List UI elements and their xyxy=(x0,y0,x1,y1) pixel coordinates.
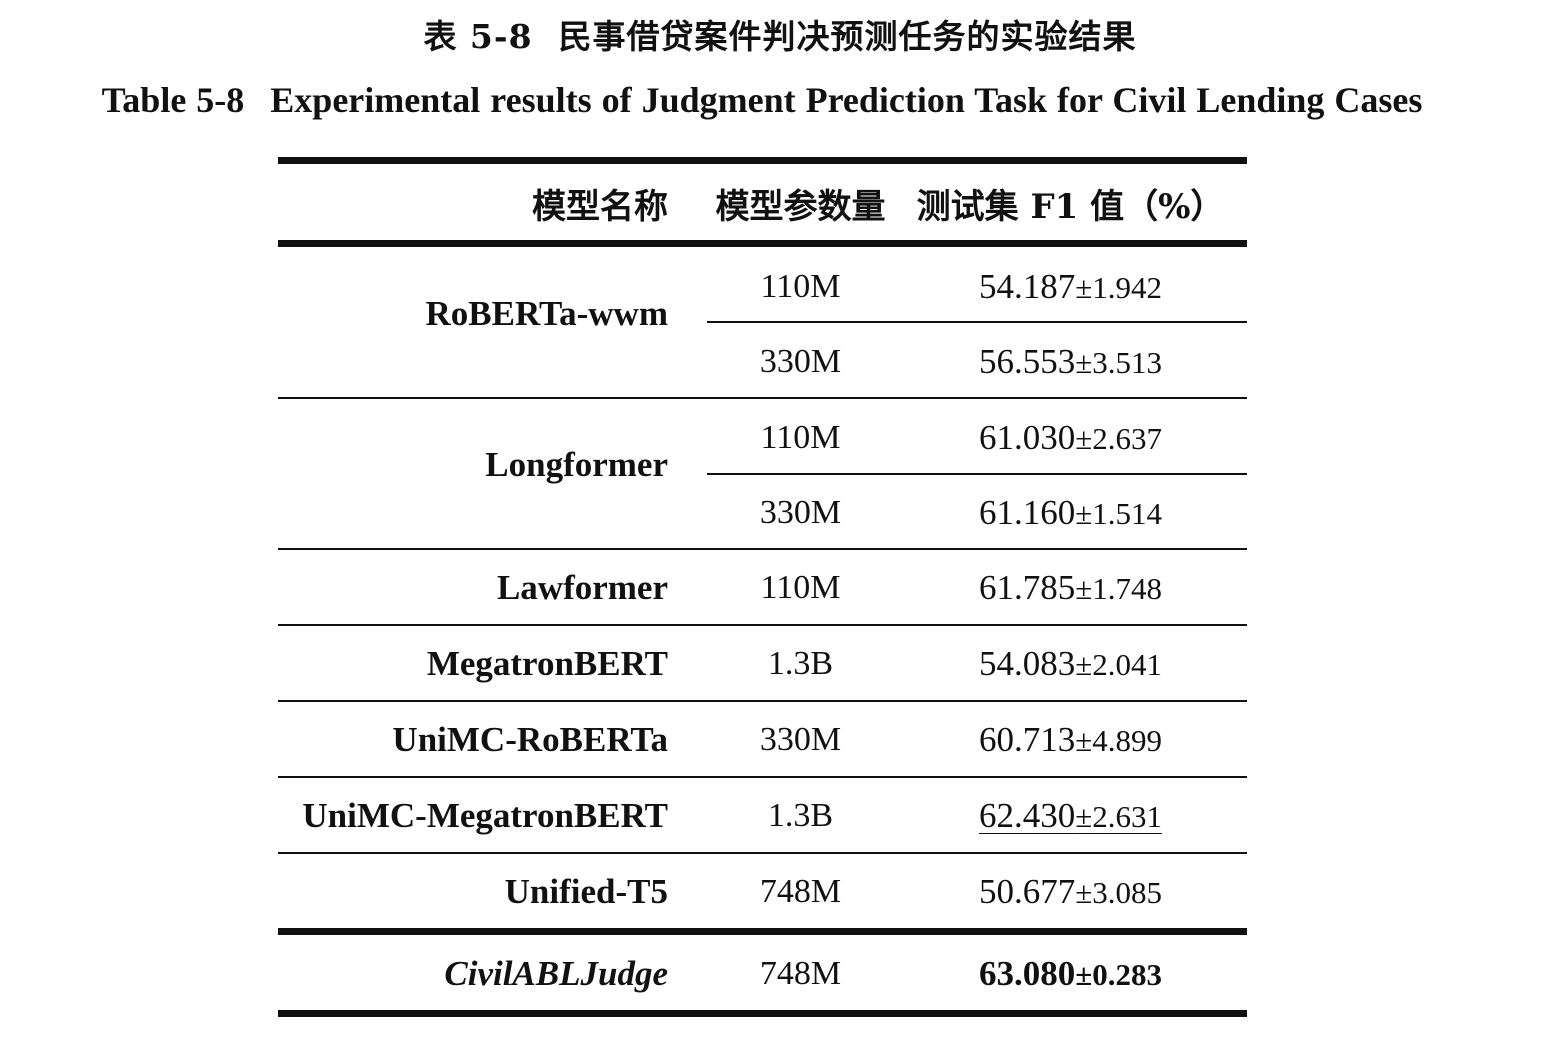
f1-score: 61.030±2.637 xyxy=(894,418,1247,458)
f1-std: ±1.514 xyxy=(1075,496,1162,531)
header-test-f1: 测试集 F1 值（%） xyxy=(916,187,1225,227)
f1-mean: 61.160 xyxy=(978,493,1076,532)
param-count: 330M xyxy=(759,343,842,380)
f1-score: 50.677±3.085 xyxy=(894,872,1247,912)
table-caption-chinese: 表 5-8 民事借贷案件判决预测任务的实验结果 xyxy=(0,14,1560,60)
f1-std: ±2.637 xyxy=(1075,421,1162,456)
f1-mean: 63.080 xyxy=(978,954,1076,993)
group-inner-rule xyxy=(707,473,1247,475)
f1-score: 56.553±3.513 xyxy=(894,342,1247,382)
param-count: 1.3B xyxy=(767,645,834,682)
model-name: MegatronBERT xyxy=(426,644,668,683)
f1-std: ±1.942 xyxy=(1075,270,1162,305)
f1-score: 61.785±1.748 xyxy=(894,568,1247,608)
f1-score-best: 63.080±0.283 xyxy=(894,954,1247,994)
f1-std: ±4.899 xyxy=(1075,723,1162,758)
model-name: RoBERTa-wwm xyxy=(425,294,668,333)
model-name: Lawformer xyxy=(496,568,668,607)
param-count: 748M xyxy=(759,955,842,992)
f1-std: ±0.283 xyxy=(1075,957,1162,992)
caption-cn-title: 民事借贷案件判决预测任务的实验结果 xyxy=(558,17,1137,56)
header-rule xyxy=(278,240,1247,247)
f1-score: 54.187±1.942 xyxy=(894,267,1247,307)
f1-mean: 60.713 xyxy=(978,720,1076,759)
header-param-count: 模型参数量 xyxy=(715,187,886,227)
row-rule xyxy=(278,397,1247,399)
f1-value-underlined: 62.430±2.631 xyxy=(979,796,1162,835)
f1-std: ±2.631 xyxy=(1075,799,1162,834)
f1-mean: 61.785 xyxy=(978,568,1076,607)
model-name: Longformer xyxy=(485,445,668,484)
model-name: UniMC-MegatronBERT xyxy=(302,796,668,835)
model-name-proposed: CivilABLJudge xyxy=(444,954,668,993)
model-separator-rule xyxy=(278,928,1247,935)
header-model-name: 模型名称 xyxy=(532,187,668,227)
f1-mean: 62.430 xyxy=(978,796,1076,835)
row-rule xyxy=(278,548,1247,550)
row-rule xyxy=(278,776,1247,778)
param-count: 110M xyxy=(760,569,841,606)
param-count: 330M xyxy=(759,721,842,758)
model-name: UniMC-RoBERTa xyxy=(392,720,668,759)
f1-std: ±3.513 xyxy=(1075,345,1162,380)
row-rule xyxy=(278,624,1247,626)
f1-std: ±3.085 xyxy=(1075,875,1162,910)
f1-score-second-best: 62.430±2.631 xyxy=(894,796,1247,836)
caption-en-number: Table 5-8 xyxy=(101,80,245,120)
f1-std: ±1.748 xyxy=(1075,571,1162,606)
param-count: 110M xyxy=(760,419,841,456)
top-rule xyxy=(278,157,1247,164)
f1-mean: 61.030 xyxy=(978,418,1076,457)
bottom-rule xyxy=(278,1010,1247,1017)
f1-score: 54.083±2.041 xyxy=(894,644,1247,684)
f1-score: 61.160±1.514 xyxy=(894,493,1247,533)
row-rule xyxy=(278,700,1247,702)
f1-std: ±2.041 xyxy=(1075,647,1162,682)
param-count: 1.3B xyxy=(767,797,834,834)
f1-mean: 50.677 xyxy=(978,872,1076,911)
row-rule xyxy=(278,852,1247,854)
table-caption-english: Table 5-8 Experimental results of Judgmen… xyxy=(0,76,1524,124)
f1-mean: 54.083 xyxy=(978,644,1076,683)
param-count: 330M xyxy=(759,494,842,531)
caption-en-title: Experimental results of Judgment Predict… xyxy=(270,80,1423,120)
f1-mean: 54.187 xyxy=(978,267,1076,306)
param-count: 110M xyxy=(760,268,841,305)
caption-cn-number: 表 5-8 xyxy=(423,17,533,56)
model-name: Unified-T5 xyxy=(504,872,668,911)
f1-mean: 56.553 xyxy=(978,342,1076,381)
param-count: 748M xyxy=(759,873,842,910)
group-inner-rule xyxy=(707,321,1247,323)
f1-score: 60.713±4.899 xyxy=(894,720,1247,760)
